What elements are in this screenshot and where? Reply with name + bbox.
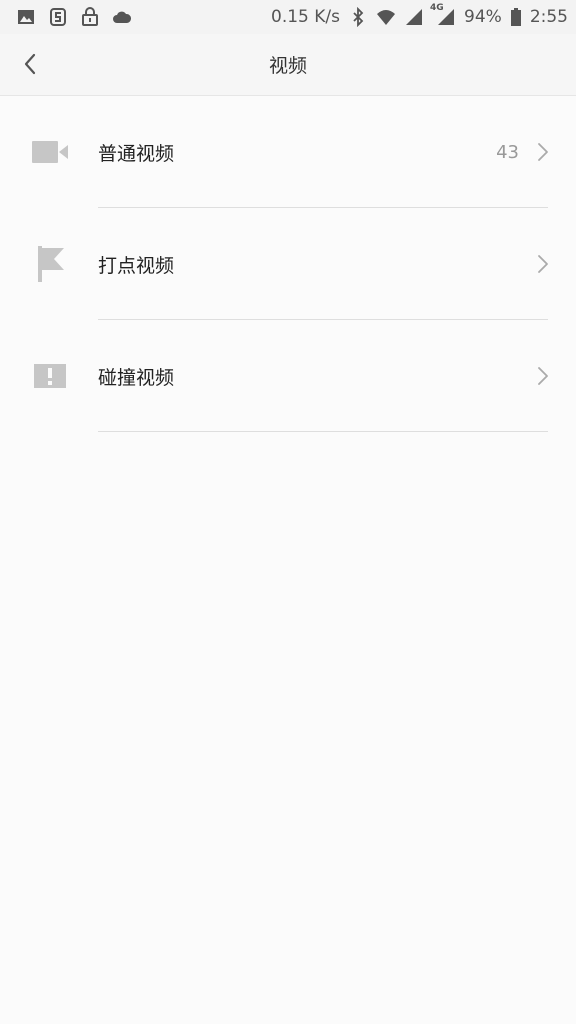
signal-4g-icon: 4G bbox=[430, 3, 456, 27]
list-item-label: 碰撞视频 bbox=[98, 366, 175, 389]
item-count: 43 bbox=[496, 141, 519, 163]
network-type-label: 4G bbox=[430, 3, 444, 13]
status-bar-left bbox=[16, 7, 132, 27]
list-item-label: 打点视频 bbox=[98, 254, 175, 277]
divider bbox=[98, 431, 548, 432]
header: 视频 bbox=[0, 34, 576, 96]
status-bar-right: 0.15 K/s 4G 94% 2:55 bbox=[271, 3, 568, 27]
alert-icon bbox=[30, 356, 70, 396]
chevron-right-icon bbox=[536, 253, 550, 275]
bluetooth-icon bbox=[348, 7, 368, 27]
list-item-marked-video[interactable]: 打点视频 bbox=[0, 208, 576, 320]
chevron-right-icon bbox=[536, 141, 550, 163]
battery-icon bbox=[510, 7, 522, 27]
cloud-icon bbox=[112, 7, 132, 27]
list-item-collision-video[interactable]: 碰撞视频 bbox=[0, 320, 576, 432]
video-category-list: 普通视频 43 打点视频 碰撞视频 bbox=[0, 96, 576, 432]
net-speed: 0.15 K/s bbox=[271, 7, 341, 27]
app-icon bbox=[48, 7, 68, 27]
image-icon bbox=[16, 7, 36, 27]
list-item-normal-video[interactable]: 普通视频 43 bbox=[0, 96, 576, 208]
page-title: 视频 bbox=[268, 55, 307, 77]
video-camera-icon bbox=[30, 132, 70, 172]
clock: 2:55 bbox=[529, 7, 568, 27]
back-arrow-icon bbox=[23, 53, 37, 75]
chevron-right-icon bbox=[536, 365, 550, 387]
list-item-label: 普通视频 bbox=[98, 142, 175, 165]
battery-percent: 94% bbox=[464, 7, 502, 27]
flag-icon bbox=[30, 244, 70, 284]
back-button[interactable] bbox=[14, 48, 46, 80]
wifi-icon bbox=[376, 7, 396, 27]
signal-icon bbox=[404, 7, 424, 27]
lock-icon bbox=[80, 7, 100, 27]
status-bar: 0.15 K/s 4G 94% 2:55 bbox=[0, 0, 576, 34]
